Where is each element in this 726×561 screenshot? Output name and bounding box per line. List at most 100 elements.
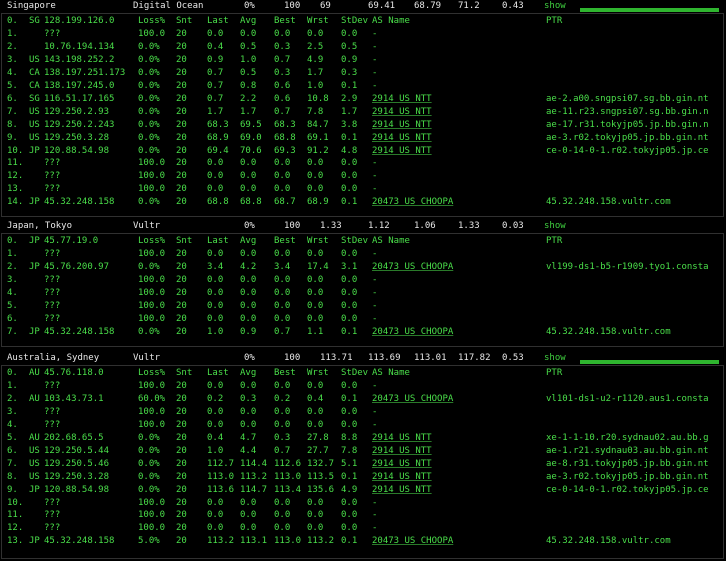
cell-ip: 45.32.248.158 — [44, 536, 115, 547]
summary-e: 0.53 — [502, 353, 524, 363]
section-header: Singapore Digital Ocean 0% 100 69 69.41 68.79 7… — [0, 0, 726, 13]
cell-ip: ??? — [44, 28, 61, 39]
table-row: 8. US 129.250.3.28 0.0% 20 113.0 113.2 113.0 113… — [0, 472, 724, 484]
show-link[interactable]: show — [544, 221, 566, 231]
cell-n: 4. — [7, 287, 18, 298]
show-link[interactable]: show — [544, 353, 566, 363]
cell-stdev: 0.0 — [341, 248, 358, 259]
cell-stdev: 0.0 — [341, 287, 358, 298]
cell-wrst: 0.0 — [307, 158, 324, 169]
table-row: 9. JP 120.88.54.98 0.0% 20 113.6 114.7 113.4 135… — [0, 485, 724, 497]
cell-avg: 0.9 — [240, 326, 257, 337]
cell-n: 0. — [7, 236, 18, 246]
cell-cc: US — [29, 54, 40, 65]
cell-snt: 20 — [176, 432, 187, 443]
cell-cc: AU — [29, 432, 40, 443]
cell-ip: 45.76.118.0 — [44, 368, 104, 378]
cell-wrst: 27.7 — [307, 445, 329, 456]
cell-ip: 129.250.5.44 — [44, 445, 110, 456]
cell-best: 0.0 — [274, 28, 291, 39]
cell-snt: 20 — [176, 313, 187, 324]
cell-snt: 20 — [176, 536, 187, 547]
cell-ip: ??? — [44, 313, 61, 324]
cell-snt: 20 — [176, 380, 187, 391]
cell-n: 1. — [7, 28, 18, 39]
cell-wrst: 10.8 — [307, 93, 329, 104]
cell-snt: 20 — [176, 41, 187, 52]
section-header: Australia, Sydney Vultr 0% 100 113.71 113.69 1… — [0, 352, 726, 365]
cell-ip: 129.250.2.243 — [44, 119, 115, 130]
cell-as: - — [372, 300, 378, 311]
cell-ip: 138.197.245.0 — [44, 80, 115, 91]
table-row: 6. US 129.250.5.44 0.0% 20 1.0 4.4 0.7 27.7 7.8 29… — [0, 446, 724, 458]
cell-loss: 0.0% — [138, 41, 160, 52]
cell-stdev: 0.0 — [341, 158, 358, 169]
cell-as: - — [372, 28, 378, 39]
cell-last: 1.7 — [207, 106, 224, 117]
cell-best: 0.2 — [274, 393, 291, 404]
cell-as: - — [372, 67, 378, 78]
cell-loss: 100.0 — [138, 274, 166, 285]
cell-stdev: 0.0 — [341, 523, 358, 534]
cell-avg: 0.0 — [240, 497, 257, 508]
cell-ip: 138.197.251.173 — [44, 67, 126, 78]
cell-best: 112.6 — [274, 458, 302, 469]
cell-avg: 113.2 — [240, 471, 268, 482]
cell-avg: 0.0 — [240, 419, 257, 430]
cell-last: 0.9 — [207, 54, 224, 65]
cell-wrst: 69.1 — [307, 132, 329, 143]
cell-wrst: 0.0 — [307, 171, 324, 182]
table-row: 7. US 129.250.2.93 0.0% 20 1.7 1.7 0.7 7.8 1.7 291… — [0, 107, 724, 119]
cell-wrst: 2.5 — [307, 41, 324, 52]
cell-snt: Snt — [176, 16, 193, 26]
cell-avg: 1.7 — [240, 106, 257, 117]
provider-label: Vultr — [133, 353, 161, 363]
cell-last: 0.0 — [207, 287, 224, 298]
cell-n: 0. — [7, 368, 18, 378]
cell-snt: 20 — [176, 523, 187, 534]
cell-best: 113.0 — [274, 471, 302, 482]
cell-as: 20473 US CHOOPA — [372, 536, 454, 547]
cell-stdev: 4.8 — [341, 145, 358, 156]
cell-as: - — [372, 158, 378, 169]
cell-last: 0.0 — [207, 380, 224, 391]
cell-last: Last — [207, 236, 229, 246]
cell-as: AS Name — [372, 368, 410, 378]
cell-wrst: Wrst — [307, 368, 329, 378]
cell-stdev: 0.1 — [341, 471, 358, 482]
cell-avg: 1.0 — [240, 54, 257, 65]
cell-ptr: 45.32.248.158.vultr.com — [546, 536, 671, 547]
cell-wrst: 0.0 — [307, 28, 324, 39]
cell-stdev: 2.9 — [341, 93, 358, 104]
cell-as: - — [372, 274, 378, 285]
table-row: 4.??? 100.0 20 0.0 0.0 0.0 0.0 0.0 - — [0, 420, 724, 432]
cell-best: 0.0 — [274, 510, 291, 521]
cell-wrst: 113.2 — [307, 536, 335, 547]
cell-ip: ??? — [44, 158, 61, 169]
cell-loss: 0.0% — [138, 132, 160, 143]
cell-as: 20473 US CHOOPA — [372, 393, 454, 404]
cell-ip: ??? — [44, 274, 61, 285]
cell-loss: 100.0 — [138, 28, 166, 39]
cell-ip: 10.76.194.134 — [44, 41, 115, 52]
cell-stdev: 0.1 — [341, 393, 358, 404]
cell-best: 0.6 — [274, 80, 291, 91]
cell-stdev: 3.8 — [341, 119, 358, 130]
summary-c: 1.06 — [414, 221, 436, 231]
cell-ip: 128.199.126.0 — [44, 16, 115, 26]
cell-avg: 0.0 — [240, 171, 257, 182]
cell-as: 20473 US CHOOPA — [372, 326, 454, 337]
cell-as: AS Name — [372, 236, 410, 246]
cell-best: 0.0 — [274, 406, 291, 417]
cell-loss: 5.0% — [138, 536, 160, 547]
cell-stdev: 8.8 — [341, 432, 358, 443]
cell-avg: 69.5 — [240, 119, 262, 130]
cell-stdev: 0.9 — [341, 54, 358, 65]
cell-as: 20473 US CHOOPA — [372, 261, 454, 272]
cell-wrst: 132.7 — [307, 458, 335, 469]
cell-as: 2914 US NTT — [372, 106, 432, 117]
cell-wrst: 91.2 — [307, 145, 329, 156]
cell-avg: 0.5 — [240, 67, 257, 78]
table-row: 5.??? 100.0 20 0.0 0.0 0.0 0.0 0.0 - — [0, 301, 724, 313]
show-link[interactable]: show — [544, 1, 566, 11]
